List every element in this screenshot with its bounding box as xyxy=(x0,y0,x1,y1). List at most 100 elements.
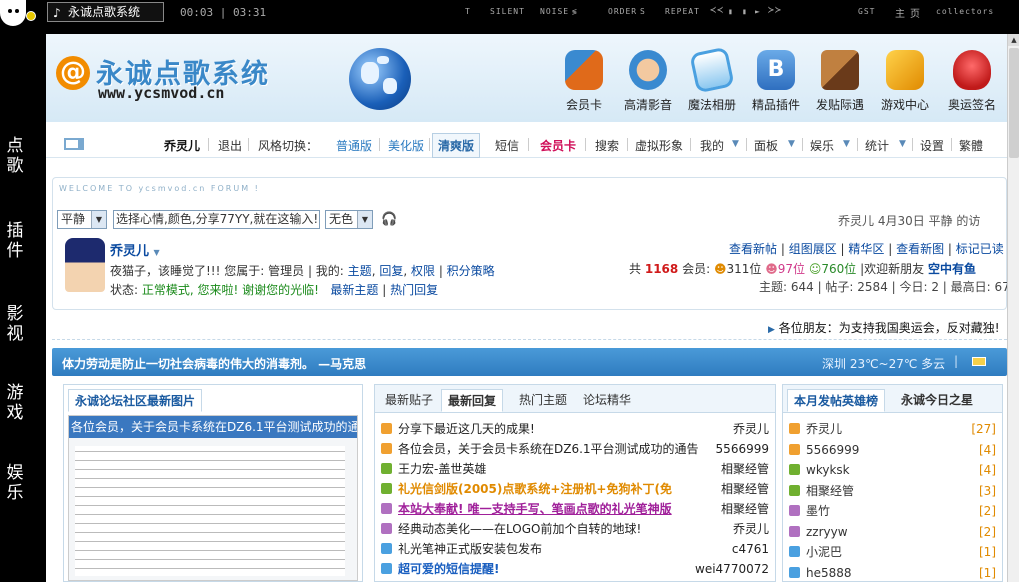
nav-plugins[interactable]: B 精品插件 xyxy=(743,50,809,113)
nav-member-card[interactable]: 会员卡 xyxy=(551,50,617,113)
post-title[interactable]: 分享下最近这几天的成果! xyxy=(398,419,535,439)
gst-link[interactable]: GST xyxy=(858,7,875,16)
player-title-box[interactable]: ♪ 永诚点歌系统 xyxy=(47,2,164,22)
dock-games[interactable]: 游戏 xyxy=(4,383,26,423)
nav-post-luck[interactable]: 发贴际遇 xyxy=(807,50,873,113)
post-author[interactable]: 5566999 xyxy=(716,439,769,459)
menu-search[interactable]: 搜索 xyxy=(595,137,619,154)
control-order[interactable]: ORDER xyxy=(608,7,637,16)
post-author[interactable]: 乔灵儿 xyxy=(733,519,769,539)
post-title[interactable]: 经典动态美化——在LOGO前加个自转的地球! xyxy=(398,519,641,539)
control-t[interactable]: T xyxy=(465,7,471,16)
post-author[interactable]: 乔灵儿 xyxy=(733,419,769,439)
menu-avatar[interactable]: 虚拟形象 xyxy=(635,137,683,154)
mark-read-link[interactable]: 标记已读 xyxy=(956,242,1004,256)
post-title[interactable]: 超可爱的短信提醒! xyxy=(398,559,499,579)
dock-fun[interactable]: 娱乐 xyxy=(4,463,26,503)
menu-traditional[interactable]: 繁體 xyxy=(959,137,983,154)
latest-topics-link[interactable]: 最新主题 xyxy=(330,283,378,297)
home-link-1[interactable]: 主 xyxy=(895,5,906,20)
image-preview[interactable]: 各位会员，关于会员卡系统在DZ6.1平台测试成功的通告 xyxy=(68,415,358,581)
nav-hd-media[interactable]: 高清影音 xyxy=(615,50,681,113)
menu-username[interactable]: 乔灵儿 xyxy=(164,137,200,154)
menu-stats[interactable]: 统计 xyxy=(865,137,889,154)
scroll-up-icon[interactable]: ▲ xyxy=(1008,34,1019,46)
control-noise-toggle[interactable]: ≶ xyxy=(572,7,578,16)
post-title[interactable]: 礼光信剑版(2005)点歌系统+注册机+免狗补丁(免 xyxy=(398,479,672,499)
mood-input[interactable]: 选择心情,颜色,分享77YY,就在这输入! xyxy=(113,210,320,229)
post-author[interactable]: wei4770072 xyxy=(695,559,769,579)
tab-latest-posts[interactable]: 最新贴子 xyxy=(379,389,439,412)
my-permissions-link[interactable]: 权限 xyxy=(411,264,435,278)
hero-name[interactable]: zzryyw xyxy=(806,525,848,539)
collectors-link[interactable]: collectors xyxy=(936,7,994,16)
stop-icon[interactable]: ▮ xyxy=(728,7,734,16)
newest-member-link[interactable]: 空中有鱼 xyxy=(928,262,976,276)
style-beauty[interactable]: 美化版 xyxy=(388,137,424,154)
hero-name[interactable]: 相聚经管 xyxy=(806,484,854,498)
tab-today-stars[interactable]: 永诚今日之星 xyxy=(895,389,979,412)
menu-panel[interactable]: 面板 xyxy=(754,137,778,154)
post-author[interactable]: c4761 xyxy=(732,539,769,559)
chevron-down-icon[interactable]: ▼ xyxy=(732,139,739,149)
post-title[interactable]: 各位会员，关于会员卡系统在DZ6.1平台测试成功的通告 xyxy=(398,439,698,459)
menu-fun[interactable]: 娱乐 xyxy=(810,137,834,154)
nav-game-center[interactable]: 游戏中心 xyxy=(872,50,938,113)
post-title[interactable]: 王力宏-盖世英雄 xyxy=(398,459,486,479)
hero-name[interactable]: wkyksk xyxy=(806,463,850,477)
color-select[interactable]: 无色 ▼ xyxy=(325,210,373,229)
headphone-icon[interactable]: 🎧 xyxy=(381,212,397,227)
dock-songs[interactable]: 点歌 xyxy=(4,136,26,176)
my-topics-link[interactable]: 主题 xyxy=(348,264,372,278)
style-normal[interactable]: 普通版 xyxy=(336,137,372,154)
digest-link[interactable]: 精华区 xyxy=(848,242,884,256)
score-policy-link[interactable]: 积分策略 xyxy=(447,264,495,278)
play-icon[interactable]: ► xyxy=(755,7,761,16)
hero-name[interactable]: 小泥巴 xyxy=(806,545,842,559)
post-author[interactable]: 相聚经管 xyxy=(721,479,769,499)
scroll-thumb[interactable] xyxy=(1009,48,1019,158)
menu-member-card[interactable]: 会员卡 xyxy=(540,137,576,154)
style-fresh[interactable]: 清爽版 xyxy=(432,133,481,158)
menu-settings[interactable]: 设置 xyxy=(920,137,944,154)
next-icon[interactable]: ≻≻ xyxy=(768,5,782,16)
avatar[interactable] xyxy=(65,238,105,292)
view-new-posts-link[interactable]: 查看新帖 xyxy=(729,242,777,256)
menu-my[interactable]: 我的 xyxy=(700,137,724,154)
nav-magic-album[interactable]: 魔法相册 xyxy=(679,46,745,113)
page-scrollbar[interactable]: ▲ xyxy=(1007,34,1019,582)
post-title[interactable]: 礼光笔神正式版安装包发布 xyxy=(398,539,542,559)
chevron-down-icon[interactable]: ▼ xyxy=(899,139,906,149)
gallery-link[interactable]: 组图展区 xyxy=(789,242,837,256)
tab-latest-replies[interactable]: 最新回复 xyxy=(441,389,504,412)
view-new-images-link[interactable]: 查看新图 xyxy=(896,242,944,256)
hero-name[interactable]: 墨竹 xyxy=(806,504,830,518)
chevron-down-icon[interactable]: ▼ xyxy=(843,139,850,149)
nav-olympic-sign[interactable]: 奥运签名 xyxy=(939,50,1005,113)
hot-replies-link[interactable]: 热门回复 xyxy=(390,283,438,297)
my-replies-link[interactable]: 回复 xyxy=(379,264,403,278)
collapse-icon[interactable] xyxy=(972,357,986,366)
welcome-username[interactable]: 乔灵儿 ▼ xyxy=(110,240,160,259)
menu-sms[interactable]: 短信 xyxy=(495,137,519,154)
hero-name[interactable]: 5566999 xyxy=(806,443,859,457)
dock-plugins[interactable]: 插件 xyxy=(4,221,26,261)
tab-digest[interactable]: 论坛精华 xyxy=(577,389,637,412)
post-title[interactable]: 本站大奉献! 唯一支持手写、笔画点歌的礼光笔神版 xyxy=(398,499,672,519)
home-link-2[interactable]: 页 xyxy=(910,5,921,20)
pause-icon[interactable]: ▮ xyxy=(742,7,748,16)
menu-logout[interactable]: 退出 xyxy=(218,137,242,154)
chevron-down-icon[interactable]: ▼ xyxy=(788,139,795,149)
post-author[interactable]: 相聚经管 xyxy=(721,499,769,519)
hero-name[interactable]: he5888 xyxy=(806,566,852,580)
post-author[interactable]: 相聚经管 xyxy=(721,459,769,479)
control-repeat[interactable]: REPEAT xyxy=(665,7,700,16)
control-silent[interactable]: SILENT xyxy=(490,7,525,16)
status-dot-icon[interactable] xyxy=(26,11,36,21)
mood-select[interactable]: 平静 ▼ xyxy=(57,210,107,229)
control-noise[interactable]: NOISE xyxy=(540,7,569,16)
prev-icon[interactable]: ≺≺ xyxy=(710,5,724,16)
tab-monthly-heroes[interactable]: 本月发帖英雄榜 xyxy=(787,389,886,412)
hero-name[interactable]: 乔灵儿 xyxy=(806,422,842,436)
dock-movies[interactable]: 影视 xyxy=(4,304,26,344)
